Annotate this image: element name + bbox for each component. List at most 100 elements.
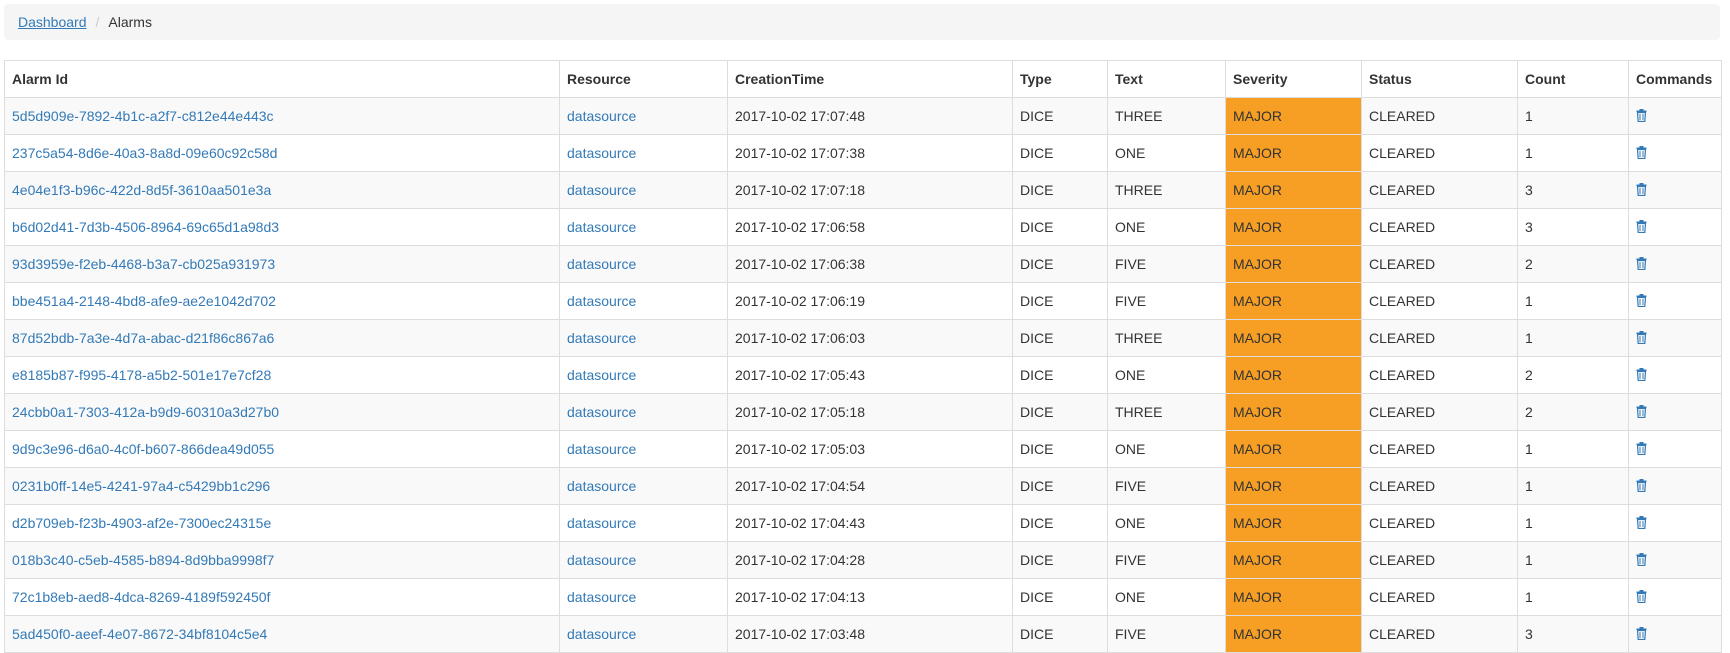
count-cell: 2 <box>1517 393 1629 431</box>
commands-cell <box>1628 578 1722 616</box>
type-cell: DICE <box>1012 615 1108 653</box>
alarm-id-link[interactable]: 87d52bdb-7a3e-4d7a-abac-d21f86c867a6 <box>4 319 560 357</box>
commands-cell <box>1628 467 1722 505</box>
trash-icon[interactable] <box>1636 293 1647 310</box>
table-row: 018b3c40-c5eb-4585-b894-8d9bba9998f7 data… <box>4 541 1722 579</box>
table-row: e8185b87-f995-4178-a5b2-501e17e7cf28 data… <box>4 356 1722 394</box>
trash-icon[interactable] <box>1636 145 1647 162</box>
commands-cell <box>1628 282 1722 320</box>
alarm-id-link[interactable]: 72c1b8eb-aed8-4dca-8269-4189f592450f <box>4 578 560 616</box>
commands-cell <box>1628 615 1722 653</box>
col-header-alarm-id[interactable]: Alarm Id <box>4 60 560 98</box>
resource-link[interactable]: datasource <box>559 319 728 357</box>
col-header-severity[interactable]: Severity <box>1225 60 1362 98</box>
trash-icon[interactable] <box>1636 367 1647 384</box>
alarm-id-link[interactable]: 9d9c3e96-d6a0-4c0f-b607-866dea49d055 <box>4 430 560 468</box>
type-cell: DICE <box>1012 467 1108 505</box>
count-cell: 1 <box>1517 430 1629 468</box>
severity-cell: MAJOR <box>1225 541 1362 579</box>
trash-icon[interactable] <box>1636 404 1647 421</box>
severity-cell: MAJOR <box>1225 97 1362 135</box>
alarm-id-link[interactable]: 24cbb0a1-7303-412a-b9d9-60310a3d27b0 <box>4 393 560 431</box>
severity-cell: MAJOR <box>1225 356 1362 394</box>
resource-link[interactable]: datasource <box>559 467 728 505</box>
alarm-id-link[interactable]: d2b709eb-f23b-4903-af2e-7300ec24315e <box>4 504 560 542</box>
creation-time-cell: 2017-10-02 17:04:43 <box>727 504 1013 542</box>
alarm-id-link[interactable]: 4e04e1f3-b96c-422d-8d5f-3610aa501e3a <box>4 171 560 209</box>
resource-link[interactable]: datasource <box>559 245 728 283</box>
trash-icon[interactable] <box>1636 552 1647 569</box>
alarm-id-link[interactable]: 93d3959e-f2eb-4468-b3a7-cb025a931973 <box>4 245 560 283</box>
col-header-type[interactable]: Type <box>1012 60 1108 98</box>
col-header-creation-time[interactable]: CreationTime <box>727 60 1013 98</box>
resource-link[interactable]: datasource <box>559 134 728 172</box>
severity-cell: MAJOR <box>1225 393 1362 431</box>
table-row: b6d02d41-7d3b-4506-8964-69c65d1a98d3 data… <box>4 208 1722 246</box>
commands-cell <box>1628 393 1722 431</box>
col-header-text[interactable]: Text <box>1107 60 1226 98</box>
alarm-id-link[interactable]: 237c5a54-8d6e-40a3-8a8d-09e60c92c58d <box>4 134 560 172</box>
trash-icon[interactable] <box>1636 626 1647 643</box>
table-row: 24cbb0a1-7303-412a-b9d9-60310a3d27b0 data… <box>4 393 1722 431</box>
resource-link[interactable]: datasource <box>559 282 728 320</box>
creation-time-cell: 2017-10-02 17:06:03 <box>727 319 1013 357</box>
text-cell: THREE <box>1107 171 1226 209</box>
col-header-count[interactable]: Count <box>1517 60 1629 98</box>
count-cell: 1 <box>1517 134 1629 172</box>
creation-time-cell: 2017-10-02 17:07:48 <box>727 97 1013 135</box>
breadcrumb-dashboard-link[interactable]: Dashboard <box>18 14 87 30</box>
trash-icon[interactable] <box>1636 108 1647 125</box>
trash-icon[interactable] <box>1636 589 1647 606</box>
alarm-id-link[interactable]: b6d02d41-7d3b-4506-8964-69c65d1a98d3 <box>4 208 560 246</box>
resource-link[interactable]: datasource <box>559 430 728 468</box>
status-cell: CLEARED <box>1361 430 1518 468</box>
alarm-id-link[interactable]: 5d5d909e-7892-4b1c-a2f7-c812e44e443c <box>4 97 560 135</box>
creation-time-cell: 2017-10-02 17:05:18 <box>727 393 1013 431</box>
trash-icon[interactable] <box>1636 515 1647 532</box>
col-header-status[interactable]: Status <box>1361 60 1518 98</box>
trash-icon[interactable] <box>1636 441 1647 458</box>
count-cell: 1 <box>1517 541 1629 579</box>
resource-link[interactable]: datasource <box>559 393 728 431</box>
resource-link[interactable]: datasource <box>559 578 728 616</box>
severity-cell: MAJOR <box>1225 171 1362 209</box>
resource-link[interactable]: datasource <box>559 541 728 579</box>
resource-link[interactable]: datasource <box>559 615 728 653</box>
text-cell: ONE <box>1107 504 1226 542</box>
trash-icon[interactable] <box>1636 182 1647 199</box>
resource-link[interactable]: datasource <box>559 356 728 394</box>
trash-icon[interactable] <box>1636 256 1647 273</box>
table-row: 5ad450f0-aeef-4e07-8672-34bf8104c5e4 data… <box>4 615 1722 653</box>
status-cell: CLEARED <box>1361 245 1518 283</box>
count-cell: 1 <box>1517 97 1629 135</box>
commands-cell <box>1628 504 1722 542</box>
alarms-table-body: 5d5d909e-7892-4b1c-a2f7-c812e44e443c data… <box>4 97 1722 653</box>
severity-cell: MAJOR <box>1225 134 1362 172</box>
text-cell: ONE <box>1107 356 1226 394</box>
col-header-resource[interactable]: Resource <box>559 60 728 98</box>
alarm-id-link[interactable]: 5ad450f0-aeef-4e07-8672-34bf8104c5e4 <box>4 615 560 653</box>
text-cell: ONE <box>1107 208 1226 246</box>
alarm-id-link[interactable]: e8185b87-f995-4178-a5b2-501e17e7cf28 <box>4 356 560 394</box>
trash-icon[interactable] <box>1636 330 1647 347</box>
text-cell: THREE <box>1107 319 1226 357</box>
commands-cell <box>1628 97 1722 135</box>
resource-link[interactable]: datasource <box>559 171 728 209</box>
trash-icon[interactable] <box>1636 478 1647 495</box>
col-header-commands: Commands <box>1628 60 1722 98</box>
resource-link[interactable]: datasource <box>559 208 728 246</box>
creation-time-cell: 2017-10-02 17:06:58 <box>727 208 1013 246</box>
commands-cell <box>1628 541 1722 579</box>
resource-link[interactable]: datasource <box>559 504 728 542</box>
alarm-id-link[interactable]: bbe451a4-2148-4bd8-afe9-ae2e1042d702 <box>4 282 560 320</box>
table-row: d2b709eb-f23b-4903-af2e-7300ec24315e data… <box>4 504 1722 542</box>
creation-time-cell: 2017-10-02 17:07:38 <box>727 134 1013 172</box>
trash-icon[interactable] <box>1636 219 1647 236</box>
table-row: 72c1b8eb-aed8-4dca-8269-4189f592450f data… <box>4 578 1722 616</box>
commands-cell <box>1628 430 1722 468</box>
resource-link[interactable]: datasource <box>559 97 728 135</box>
table-row: 87d52bdb-7a3e-4d7a-abac-d21f86c867a6 data… <box>4 319 1722 357</box>
alarm-id-link[interactable]: 018b3c40-c5eb-4585-b894-8d9bba9998f7 <box>4 541 560 579</box>
alarm-id-link[interactable]: 0231b0ff-14e5-4241-97a4-c5429bb1c296 <box>4 467 560 505</box>
creation-time-cell: 2017-10-02 17:06:19 <box>727 282 1013 320</box>
